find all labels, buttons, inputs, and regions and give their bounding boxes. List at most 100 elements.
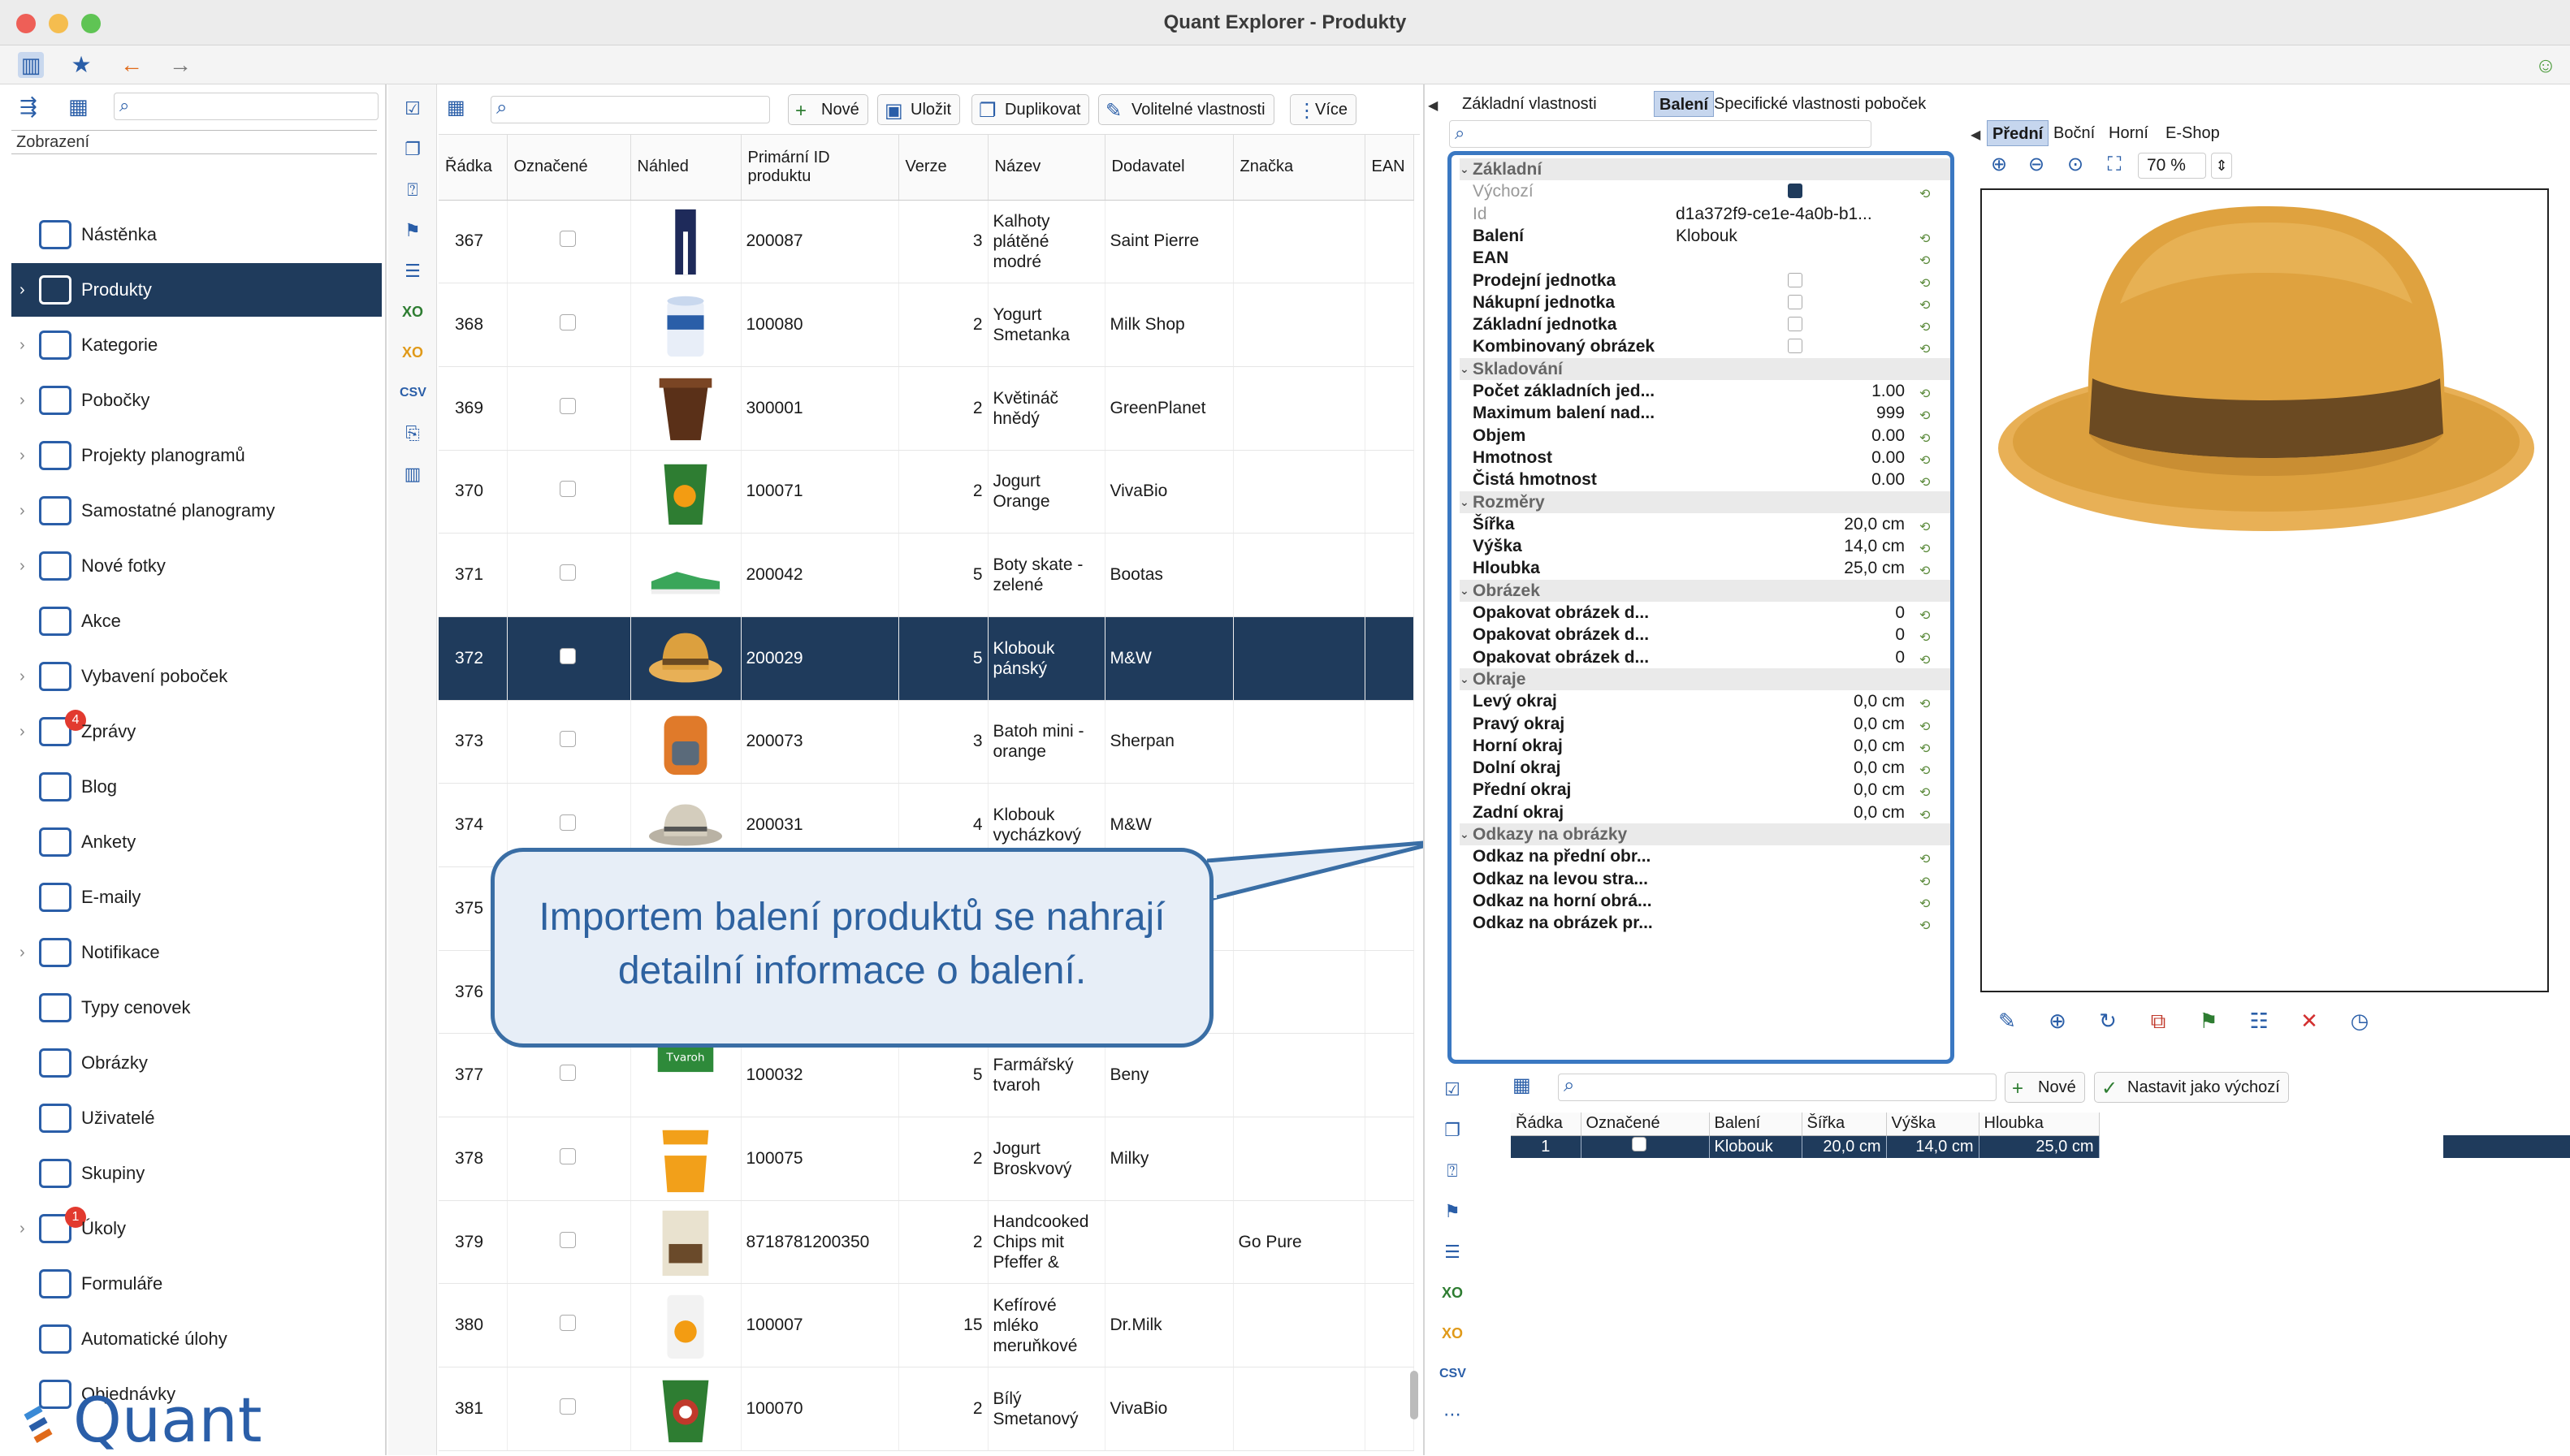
property-row[interactable]: Objem 0.00 ⟲ [1460,425,1950,447]
zoom-in-icon[interactable]: ⊕ [1987,153,2011,177]
preview-tab-1[interactable]: Boční [2049,120,2100,146]
flag-image-icon[interactable]: ⚑ [2195,1007,2222,1035]
property-value[interactable]: 0 [1676,646,1905,668]
property-group[interactable]: ⌄ Rozměry [1460,490,1950,513]
property-row[interactable]: Přední okraj 0,0 cm ⟲ [1460,779,1950,801]
zoom-level-field[interactable]: 70 % [2138,153,2206,179]
chevron-right-icon[interactable]: › [19,318,25,372]
column-header[interactable]: Náhled [630,135,742,201]
sidebar-item-groups[interactable]: Skupiny [11,1147,382,1200]
property-row[interactable]: Hmotnost 0.00 ⟲ [1460,447,1950,469]
table-view-icon[interactable]: ▦ [68,94,89,119]
chevron-down-icon[interactable]: ⌄ [1460,158,1469,180]
star-icon[interactable]: ★ [68,52,94,78]
property-row[interactable]: Nákupní jednotka ⟲ [1460,292,1950,313]
report-icon[interactable]: ⎘ [400,421,426,447]
table-row[interactable]: 380 100007 15 Kefírové mléko meruňkové Dr.Mi… [439,1283,1414,1368]
history-icon[interactable]: ◷ [2346,1007,2373,1035]
row-checkbox[interactable] [559,1315,576,1332]
property-value[interactable]: 0,0 cm [1676,713,1905,735]
chevron-right-icon[interactable]: › [19,539,25,593]
property-value[interactable]: 0,0 cm [1676,779,1905,801]
property-value[interactable]: 0,0 cm [1676,757,1905,779]
property-row[interactable]: Opakovat obrázek d... 0 ⟲ [1460,624,1950,646]
property-row[interactable]: Maximum balení nad... 999 ⟲ [1460,402,1950,424]
property-value[interactable]: 0,0 cm [1676,690,1905,712]
sidebar-item-equipment[interactable]: › Vybavení poboček [11,650,382,703]
optional-properties-button[interactable]: ✎ Volitelné vlastnosti [1098,94,1274,125]
property-row[interactable]: Odkaz na horní obrá... ⟲ [1460,890,1950,912]
property-value[interactable]: 0.00 [1676,447,1905,469]
web-image-icon[interactable]: ⊕ [2044,1007,2071,1035]
more-button[interactable]: ⋮ Více [1290,94,1357,125]
preview-tab-0[interactable]: Přední [1987,120,2049,146]
flag-icon[interactable]: ⚑ [1439,1199,1465,1225]
zoom-fit-icon[interactable]: ⊙ [2063,153,2088,177]
property-row[interactable]: Počet základních jed... 1.00 ⟲ [1460,380,1950,402]
property-value[interactable]: 0.00 [1676,425,1905,447]
property-row[interactable]: Čistá hmotnost 0.00 ⟲ [1460,469,1950,490]
fit-screen-icon[interactable]: ⛶ [2102,153,2127,177]
import-xls-icon[interactable]: XO [1439,1320,1465,1346]
property-value[interactable]: 20,0 cm [1676,513,1905,535]
sidebar-item-tasks[interactable]: › 1 Úkoly [11,1202,382,1255]
property-checkbox[interactable] [1788,184,1802,199]
check-list-icon[interactable]: ☑ [400,96,426,122]
property-row[interactable]: Hloubka 25,0 cm ⟲ [1460,557,1950,579]
table-row[interactable]: 378 100075 2 Jogurt Broskvový Milky [439,1117,1414,1201]
property-group[interactable]: ⌄ Skladování [1460,357,1950,380]
delete-icon[interactable]: ✕ [2295,1007,2323,1035]
sidebar-item-blog[interactable]: Blog [11,760,382,814]
sidebar-item-planogram-projects[interactable]: › Projekty planogramů [11,429,382,482]
chevron-right-icon[interactable]: › [19,429,25,482]
property-row[interactable]: Základní jednotka ⟲ [1460,313,1950,335]
sidebar-item-price-tag[interactable]: Typy cenovek [11,981,382,1035]
column-header[interactable]: Značka [1233,135,1365,201]
sidebar-item-actions[interactable]: Akce [11,594,382,648]
csv-icon[interactable]: CSV [1439,1361,1466,1387]
property-row[interactable]: Dolní okraj 0,0 cm ⟲ [1460,757,1950,779]
tab-0[interactable]: Základní vlastnosti [1457,91,1602,117]
chart-icon[interactable]: ▥ [400,461,426,487]
property-value[interactable]: 999 [1676,402,1905,424]
packaging-column-header[interactable]: Výška [1886,1113,1979,1136]
packaging-row[interactable]: 1 Klobouk 20,0 cm 14,0 cm 25,0 cm [1511,1135,2100,1158]
edit-image-icon[interactable]: ✎ [1993,1007,2021,1035]
column-header[interactable]: Označené [507,135,631,201]
columns-icon[interactable]: ▦ [1512,1074,1531,1097]
back-arrow-icon[interactable]: ← [119,52,145,78]
property-value[interactable]: 0,0 cm [1676,735,1905,757]
tab-2[interactable]: Specifické vlastnosti poboček [1709,91,1931,117]
property-checkbox[interactable] [1788,317,1802,332]
table-row[interactable]: 381 100070 2 Bílý Smetanový VivaBio [439,1367,1414,1451]
sidebar-item-image[interactable]: Obrázky [11,1036,382,1090]
row-checkbox[interactable] [559,481,576,498]
column-header[interactable]: Verze [898,135,989,201]
csv-icon[interactable]: CSV [400,380,426,406]
table-row[interactable]: 370 100071 2 Jogurt Orange VivaBio [439,450,1414,534]
row-checkbox[interactable] [559,314,576,331]
export-xls-icon[interactable]: XO [1439,1280,1465,1306]
help-doc-icon[interactable]: ⍰ [1439,1158,1465,1184]
table-row[interactable]: 368 100080 2 Yogurt Smetanka Milk Shop [439,283,1414,367]
table-row[interactable]: 373 200073 3 Batoh mini - orange Sherpan [439,700,1414,784]
property-group[interactable]: ⌄ Okraje [1460,668,1950,691]
forward-arrow-icon[interactable]: → [167,52,193,78]
save-button[interactable]: ▣ Uložit [877,94,961,125]
check-list-icon[interactable]: ☑ [1439,1077,1465,1103]
column-header[interactable]: Dodavatel [1105,135,1234,201]
chevron-down-icon[interactable]: ⌄ [1460,491,1469,513]
row-checkbox[interactable] [559,814,576,832]
list-doc-icon[interactable]: ☰ [1439,1239,1465,1265]
property-row[interactable]: EAN ⟲ [1460,247,1950,269]
packaging-search-input[interactable]: ⌕ [1558,1074,1997,1101]
sidebar-search-input[interactable]: ⌕ [114,93,379,120]
clipboard-icon[interactable]: ☷ [2245,1007,2273,1035]
sidebar-item-products[interactable]: › Produkty [11,263,382,317]
status-smiley-icon[interactable]: ☺ [2533,52,2559,78]
property-checkbox[interactable] [1788,272,1802,287]
property-reset-icon[interactable]: ⟲ [1919,915,1930,937]
property-value[interactable]: 0.00 [1676,469,1905,490]
new-packaging-button[interactable]: + Nové [2005,1072,2085,1103]
new-button[interactable]: + Nové [788,94,868,125]
